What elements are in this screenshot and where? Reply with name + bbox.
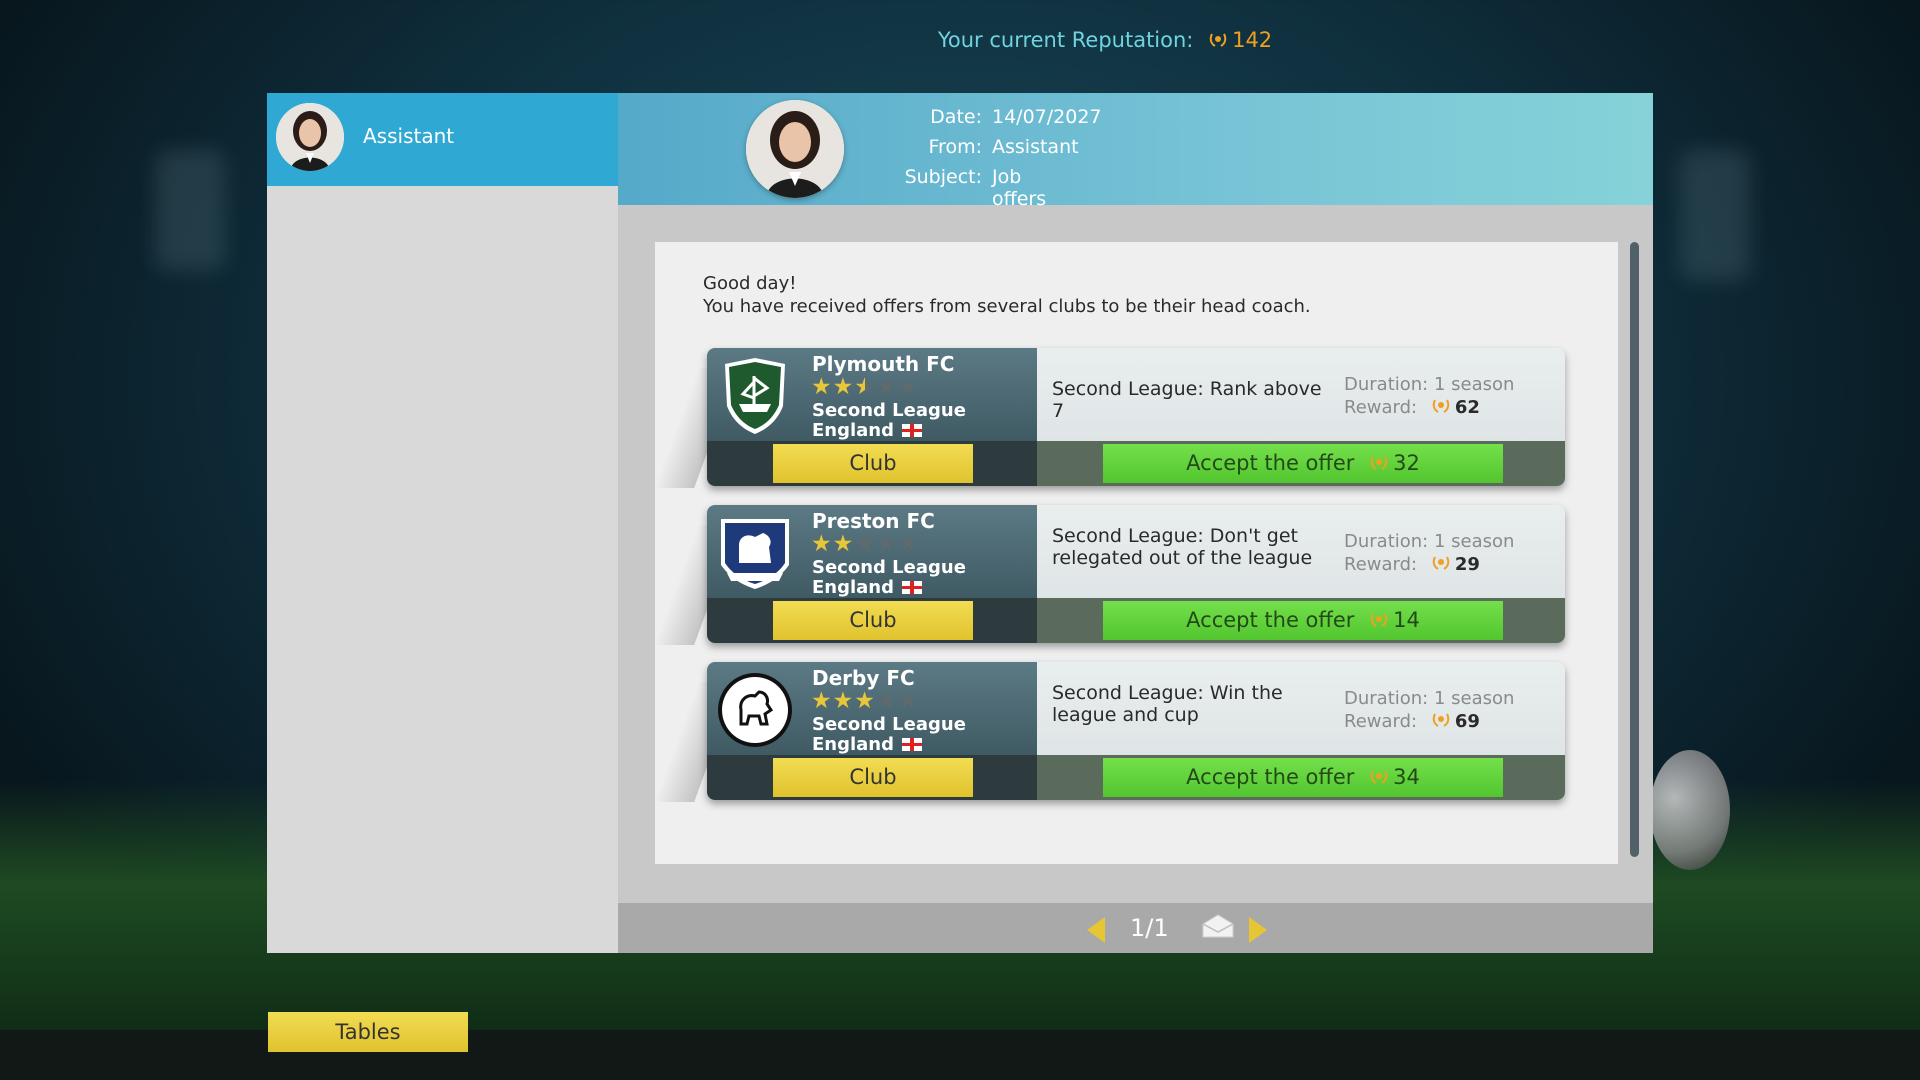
star-icon: ★ [832, 374, 855, 400]
club-league: Second League [812, 400, 966, 421]
derby-crest-icon [718, 673, 792, 747]
star-icon: ★ [854, 688, 876, 714]
star-icon: ★ [832, 688, 855, 714]
club-rating: ★★★★★ [811, 375, 919, 399]
from-value: Assistant [992, 136, 1079, 158]
offer-duration: Duration: 1 season [1344, 531, 1515, 552]
accept-cost: 34 [1393, 765, 1420, 789]
club-button[interactable]: Club [773, 444, 973, 483]
laurel-icon [1370, 613, 1388, 627]
offer-reward: Reward: 62 [1344, 396, 1480, 418]
offer-card-plymouth: Plymouth FC ★★★★★ Second League England … [707, 348, 1565, 486]
triangle-right-icon[interactable] [1249, 917, 1267, 943]
club-name: Derby FC [812, 666, 915, 690]
accept-offer-button[interactable]: Accept the offer 34 [1103, 758, 1503, 797]
tables-button[interactable]: Tables [268, 1012, 468, 1052]
reward-value: 29 [1454, 554, 1480, 575]
half-star-icon: ★ [854, 374, 876, 400]
club-rating: ★★★★★ [811, 689, 919, 713]
star-empty-icon: ★ [897, 374, 920, 400]
offer-goal: Second League: Don't get relegated out o… [1052, 525, 1313, 569]
offer-reward: Reward: 69 [1344, 710, 1480, 732]
reward-label: Reward: [1344, 711, 1418, 732]
club-name: Preston FC [812, 509, 935, 533]
envelope-icon[interactable] [1202, 914, 1234, 938]
message-list-item-label: Assistant [363, 124, 455, 148]
star-icon: ★ [811, 688, 833, 714]
offer-duration: Duration: 1 season [1344, 374, 1515, 395]
football-decoration [1650, 750, 1730, 870]
club-league: Second League [812, 557, 966, 578]
reputation-value: 142 [1232, 28, 1273, 52]
stadium-light-left [155, 150, 225, 270]
triangle-left-icon[interactable] [1087, 917, 1105, 943]
laurel-icon [1432, 556, 1450, 570]
country-name: England [812, 734, 895, 755]
star-empty-icon: ★ [875, 531, 898, 557]
country-name: England [812, 420, 895, 441]
offer-card-derby: Derby FC ★★★★★ Second League England Clu… [707, 662, 1565, 800]
accept-cost: 14 [1393, 608, 1420, 632]
star-empty-icon: ★ [854, 531, 876, 557]
reward-value: 62 [1454, 397, 1480, 418]
club-league: Second League [812, 714, 966, 735]
club-rating: ★★★★★ [811, 532, 919, 556]
message-scrollbar[interactable] [1630, 242, 1639, 857]
offer-reward: Reward: 29 [1344, 553, 1480, 575]
star-empty-icon: ★ [875, 688, 898, 714]
body-text: You have received offers from several cl… [703, 296, 1311, 317]
laurel-icon [1432, 399, 1450, 413]
accept-offer-button[interactable]: Accept the offer 14 [1103, 601, 1503, 640]
club-country: England [812, 734, 923, 755]
subject-label: Subject: [904, 166, 982, 188]
star-icon: ★ [832, 531, 855, 557]
plymouth-crest-icon [725, 358, 785, 434]
message-text: Good day! You have received offers from … [703, 272, 1311, 318]
england-flag-icon [902, 424, 923, 437]
country-name: England [812, 577, 895, 598]
offer-card-preston: Preston FC ★★★★★ Second League England C… [707, 505, 1565, 643]
star-icon: ★ [811, 531, 833, 557]
date-value: 14/07/2027 [992, 106, 1102, 128]
page-indicator: 1/1 [1130, 914, 1169, 942]
star-empty-icon: ★ [897, 531, 920, 557]
reputation-display: Your current Reputation: 142 [0, 28, 1920, 52]
accept-label: Accept the offer [1186, 608, 1355, 632]
message-list-panel [267, 93, 618, 953]
offer-goal: Second League: Win the league and cup [1052, 682, 1283, 726]
preston-crest-icon [721, 519, 789, 589]
offer-goal: Second League: Rank above 7 [1052, 378, 1322, 422]
accept-offer-button[interactable]: Accept the offer 32 [1103, 444, 1503, 483]
greeting-text: Good day! [703, 273, 797, 294]
stadium-light-right [1680, 150, 1750, 280]
reward-value: 69 [1454, 711, 1480, 732]
assistant-avatar-small [276, 103, 344, 171]
star-empty-icon: ★ [875, 374, 898, 400]
club-name: Plymouth FC [812, 352, 955, 376]
accept-label: Accept the offer [1186, 765, 1355, 789]
accept-label: Accept the offer [1186, 451, 1355, 475]
club-country: England [812, 577, 923, 598]
subject-value: Job offers [992, 166, 1047, 210]
star-empty-icon: ★ [897, 688, 920, 714]
reputation-label: Your current Reputation: [937, 28, 1194, 52]
england-flag-icon [902, 738, 923, 751]
laurel-icon [1370, 456, 1388, 470]
accept-cost: 32 [1393, 451, 1420, 475]
reward-label: Reward: [1344, 554, 1418, 575]
offer-duration: Duration: 1 season [1344, 688, 1515, 709]
reward-label: Reward: [1344, 397, 1418, 418]
from-label: From: [928, 136, 982, 158]
laurel-icon [1370, 770, 1388, 784]
laurel-icon [1209, 33, 1227, 47]
star-icon: ★ [811, 374, 833, 400]
club-country: England [812, 420, 923, 441]
england-flag-icon [902, 581, 923, 594]
club-button[interactable]: Club [773, 601, 973, 640]
laurel-icon [1432, 713, 1450, 727]
club-button[interactable]: Club [773, 758, 973, 797]
date-label: Date: [930, 106, 982, 128]
